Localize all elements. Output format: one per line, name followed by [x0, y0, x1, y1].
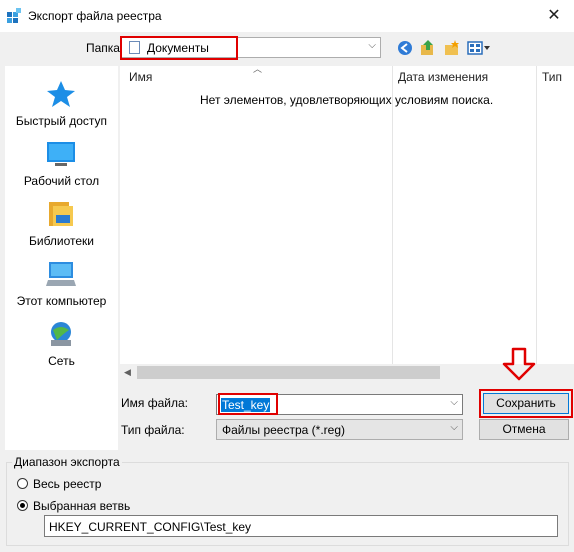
- export-range-title: Диапазон экспорта: [12, 455, 122, 469]
- chevron-down-icon[interactable]: ⌵: [450, 397, 458, 408]
- place-label: Этот компьютер: [16, 294, 107, 308]
- desktop-icon: [47, 142, 75, 166]
- branch-path-value: HKEY_CURRENT_CONFIG\Test_key: [49, 520, 252, 534]
- filetype-value: Файлы реестра (*.reg): [222, 423, 345, 437]
- network-icon: [51, 322, 71, 346]
- new-folder-icon[interactable]: [443, 39, 461, 57]
- place-label: Быстрый доступ: [15, 114, 108, 128]
- file-list[interactable]: Имя ︿ Дата изменения Тип Нет элементов, …: [120, 64, 574, 380]
- chevron-down-icon: ⌵: [450, 422, 458, 433]
- annotation-highlight-save: [479, 389, 573, 418]
- radio-label-all[interactable]: Весь реестр: [33, 477, 101, 491]
- branch-path-input[interactable]: HKEY_CURRENT_CONFIG\Test_key: [44, 515, 558, 537]
- sort-ascending-icon: ︿: [253, 64, 263, 74]
- folder-label: Папка:: [86, 41, 124, 55]
- annotation-arrow-down-icon: [502, 347, 536, 381]
- radio-all-registry[interactable]: [17, 478, 28, 489]
- place-label: Рабочий стол: [23, 174, 100, 188]
- place-libraries[interactable]: Библиотеки: [5, 194, 118, 254]
- cancel-button[interactable]: Отмена: [479, 419, 569, 440]
- place-quick-access[interactable]: Быстрый доступ: [5, 74, 118, 134]
- annotation-highlight-folder: [120, 36, 238, 60]
- column-header-type[interactable]: Тип: [542, 70, 562, 84]
- libraries-icon: [49, 202, 73, 226]
- column-header-date[interactable]: Дата изменения: [398, 70, 488, 84]
- scroll-left-icon[interactable]: ◀: [124, 367, 131, 378]
- up-folder-icon[interactable]: [419, 39, 437, 57]
- place-desktop[interactable]: Рабочий стол: [5, 134, 118, 194]
- star-icon: [47, 81, 75, 107]
- chevron-down-icon: ⌵: [368, 40, 376, 51]
- column-header-name[interactable]: Имя: [129, 70, 152, 84]
- annotation-highlight-filename: [218, 393, 278, 415]
- close-button[interactable]: ✕: [540, 4, 568, 28]
- empty-message: Нет элементов, удовлетворяющих условиям …: [200, 93, 494, 107]
- column-separator: [392, 66, 393, 364]
- place-network[interactable]: Сеть: [5, 314, 118, 374]
- radio-label-branch[interactable]: Выбранная ветвь: [33, 499, 130, 513]
- places-bar: Быстрый доступ Рабочий стол Библиотеки Э…: [5, 66, 118, 450]
- regedit-icon: [7, 8, 21, 23]
- place-label: Библиотеки: [28, 234, 94, 248]
- view-menu-icon[interactable]: [467, 39, 491, 57]
- filetype-select[interactable]: Файлы реестра (*.reg) ⌵: [216, 419, 463, 440]
- place-label: Сеть: [48, 354, 75, 368]
- scrollbar-thumb[interactable]: [137, 366, 440, 379]
- computer-icon: [46, 262, 76, 286]
- filename-label: Имя файла:: [121, 396, 188, 410]
- radio-selected-branch[interactable]: [17, 500, 28, 511]
- column-separator: [536, 66, 537, 364]
- filetype-label: Тип файла:: [121, 423, 185, 437]
- back-icon[interactable]: [396, 39, 414, 57]
- place-this-pc[interactable]: Этот компьютер: [5, 254, 118, 314]
- window-title: Экспорт файла реестра: [28, 9, 162, 23]
